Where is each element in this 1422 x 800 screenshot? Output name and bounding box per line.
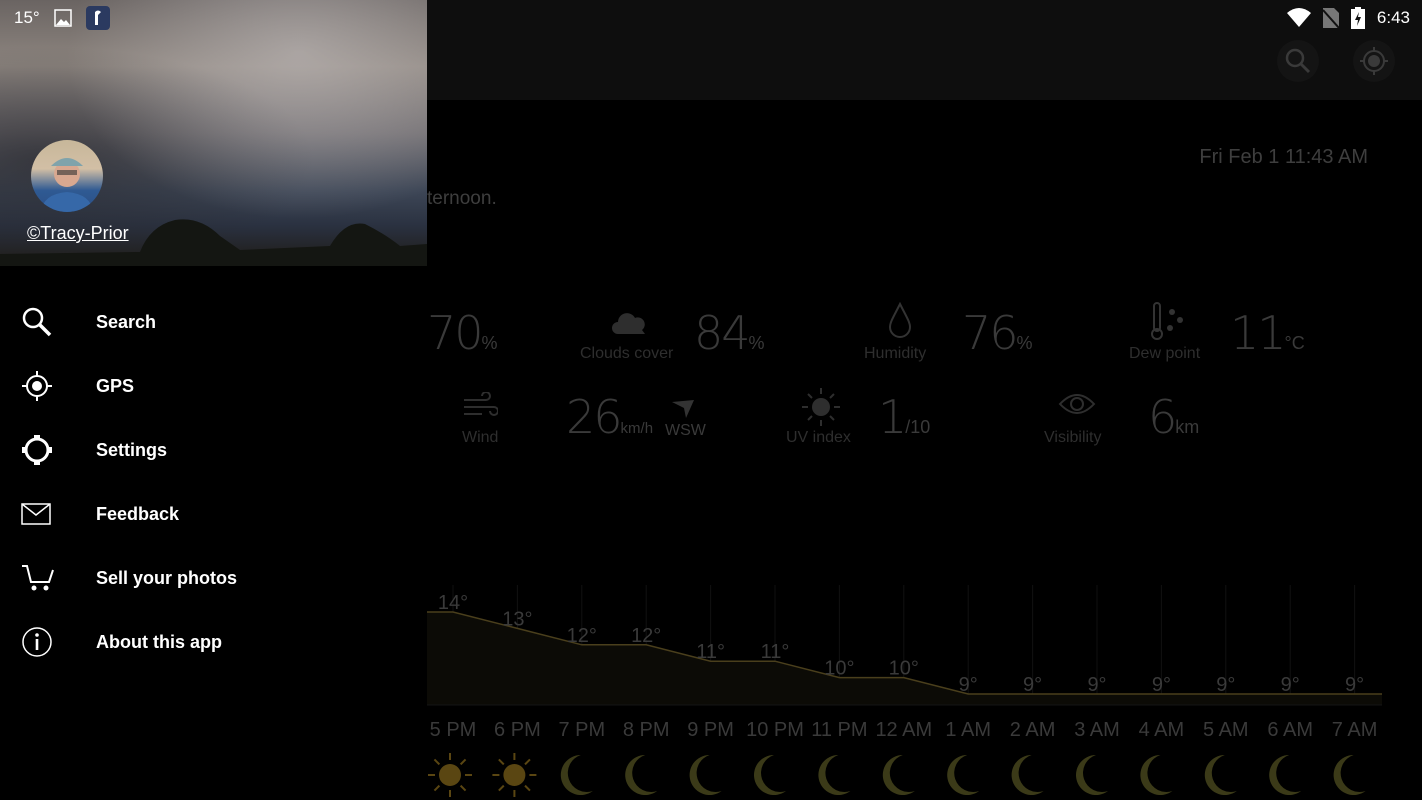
chart-value-label: 12° (631, 625, 661, 647)
chart-hour-label: 5 PM (430, 719, 477, 741)
navigation-drawer: 15° ©Tracy-Prior Search GPS Settings Fee… (0, 0, 427, 800)
sun-icon (503, 764, 526, 786)
status-bar-left: 15° (14, 6, 110, 30)
moon-icon (818, 755, 851, 796)
moon-icon (1269, 755, 1302, 796)
drawer-menu: Search GPS Settings Feedback Sell your p… (0, 290, 427, 674)
moon-icon (753, 755, 786, 796)
cart-icon (22, 565, 54, 591)
chart-hour-label: 2 AM (1010, 719, 1056, 741)
image-icon (53, 9, 72, 27)
mail-icon (21, 503, 51, 525)
chart-value-label: 11° (696, 641, 725, 663)
chart-hour-label: 6 AM (1267, 719, 1313, 741)
chart-hour-label: 1 AM (945, 719, 991, 741)
moon-icon (1140, 755, 1173, 795)
moon-icon (560, 755, 593, 796)
moon-icon (689, 755, 722, 796)
chart-hour-label: 7 AM (1332, 719, 1378, 741)
settings-icon (22, 435, 52, 465)
chart-hour-label: 12 AM (875, 719, 932, 741)
chart-hour-label: 9 PM (687, 719, 734, 741)
moon-icon (882, 755, 915, 796)
menu-item-feedback[interactable]: Feedback (0, 482, 427, 546)
chart-value-label: 11° (761, 641, 790, 663)
temperature-notification: 15° (14, 8, 40, 27)
drawer-header-photo: 15° ©Tracy-Prior (0, 0, 427, 266)
chart-hour-label: 11 PM (811, 719, 867, 741)
chart-hour-label: 5 AM (1203, 719, 1249, 741)
chart-value-label: 9° (959, 674, 978, 696)
chart-value-label: 9° (1152, 674, 1171, 696)
gps-icon (22, 371, 52, 401)
chart-value-label: 9° (1281, 674, 1300, 696)
photo-credit-link[interactable]: ©Tracy-Prior (27, 223, 129, 244)
app-notification-icon (85, 6, 110, 30)
moon-icon (625, 755, 658, 796)
menu-item-settings[interactable]: Settings (0, 418, 427, 482)
chart-hour-label: 4 AM (1139, 719, 1185, 741)
moon-icon (947, 755, 980, 796)
chart-value-label: 10° (824, 658, 854, 680)
chart-value-label: 10° (889, 658, 919, 680)
moon-icon (1076, 755, 1108, 795)
menu-item-sell-photos[interactable]: Sell your photos (0, 546, 427, 610)
chart-hour-label: 6 PM (494, 719, 541, 741)
search-icon (22, 307, 52, 337)
chart-value-label: 9° (1023, 674, 1042, 696)
chart-hour-label: 10 PM (746, 719, 804, 741)
chart-value-label: 9° (1216, 674, 1235, 696)
menu-item-about[interactable]: About this app (0, 610, 427, 674)
menu-item-gps[interactable]: GPS (0, 354, 427, 418)
moon-icon (1333, 755, 1366, 796)
chart-hour-label: 7 PM (558, 719, 605, 741)
chart-value-label: 9° (1345, 674, 1364, 696)
chart-hour-label: 3 AM (1074, 719, 1120, 741)
chart-value-label: 14° (438, 592, 468, 614)
avatar[interactable] (31, 140, 103, 212)
moon-icon (1204, 755, 1237, 795)
moon-icon (1011, 755, 1044, 795)
chart-value-label: 12° (567, 625, 597, 647)
sun-icon (439, 764, 461, 786)
chart-hour-label: 8 PM (623, 719, 670, 741)
info-icon (22, 627, 52, 657)
menu-item-search[interactable]: Search (0, 290, 427, 354)
chart-value-label: 9° (1087, 674, 1106, 696)
chart-value-label: 13° (502, 608, 532, 630)
